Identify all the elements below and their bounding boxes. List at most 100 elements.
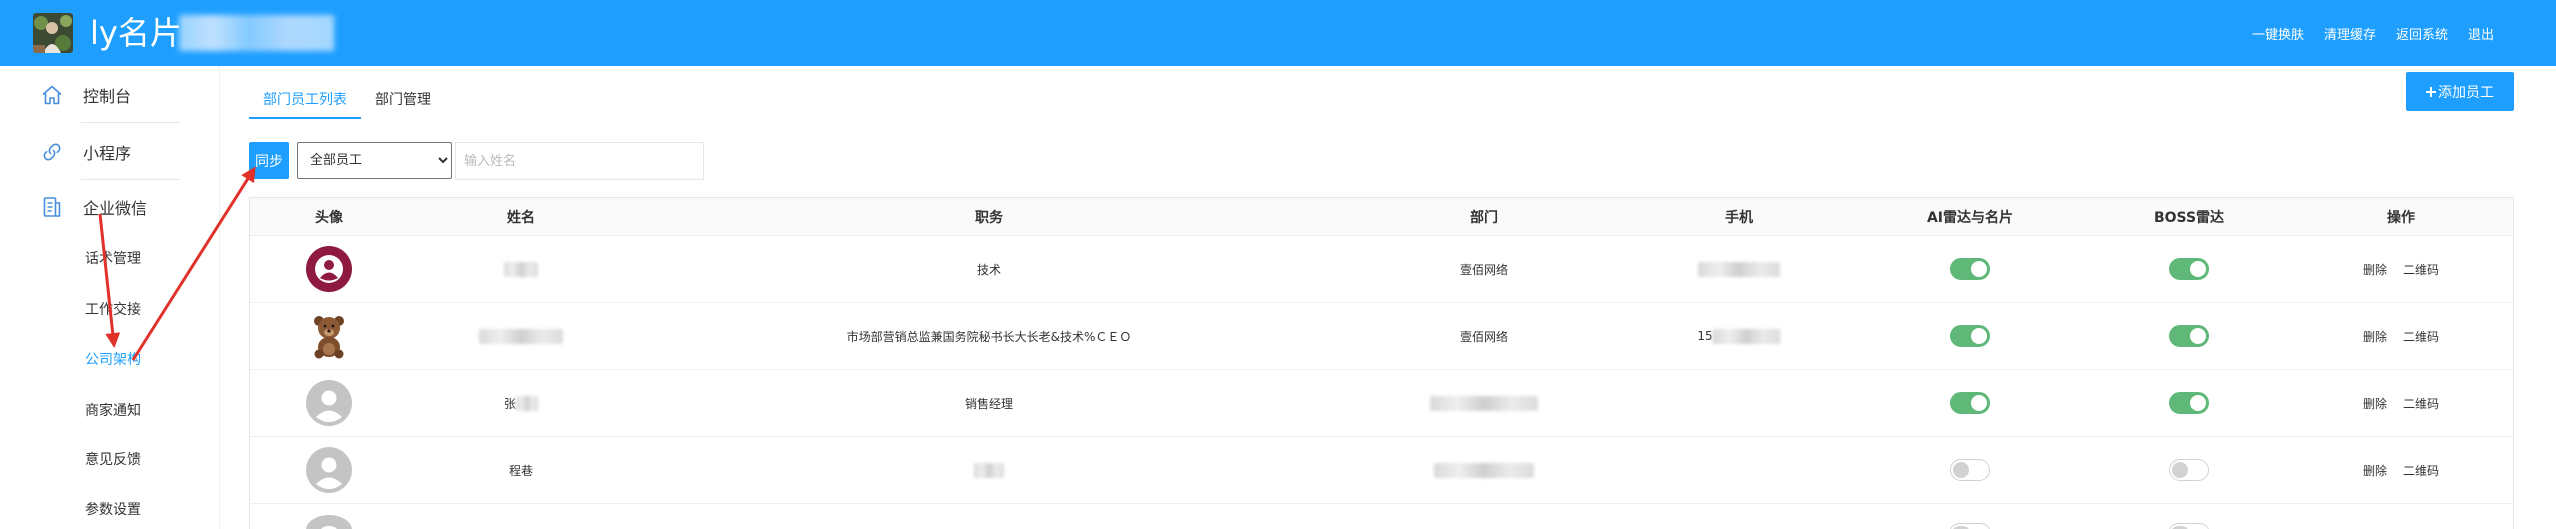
add-employee-button[interactable]: 添加员工 [2406, 72, 2514, 111]
phone-cell: 15 [1697, 303, 1781, 369]
avatar-cell [306, 370, 352, 436]
boss-radar-toggle[interactable] [2169, 325, 2209, 347]
sidebar: 控制台 小程序 企业微信 话术管理 工作交接 公司架构 商家通知 意见反馈 参数… [0, 66, 220, 529]
logout-link[interactable]: 退出 [2468, 24, 2494, 43]
logo-avatar[interactable] [33, 13, 73, 53]
qrcode-link[interactable]: 二维码 [2403, 328, 2439, 345]
column-header: 头像 [315, 209, 343, 226]
avatar-cell [306, 236, 352, 302]
sidebar-item-wecom[interactable]: 企业微信 [40, 189, 210, 225]
table-row: 程巷 删除 二维码 [250, 437, 2513, 504]
department-cell: 壹佰网络 [1460, 236, 1508, 302]
plus-icon [2426, 86, 2436, 97]
sidebar-subitem-notifications[interactable]: 商家通知 [85, 396, 141, 426]
phone-cell [1698, 236, 1780, 302]
column-header: BOSS雷达 [2153, 209, 2225, 226]
ai-radar-toggle[interactable] [1950, 523, 1990, 529]
ai-radar-toggle[interactable] [1950, 325, 1990, 347]
phone-number: 15 [1697, 329, 1713, 343]
app-title: ly名片 [90, 14, 182, 52]
qrcode-link[interactable]: 二维码 [2403, 462, 2439, 479]
tab-department-management[interactable]: 部门管理 [361, 80, 445, 119]
department-cell: 壹佰网络 [1460, 303, 1508, 369]
job-title-cell: 技术 [977, 236, 1001, 302]
sidebar-subitem-feedback[interactable]: 意见反馈 [85, 445, 141, 475]
switch-knob [1971, 261, 1987, 277]
ai-radar-cell [1950, 437, 1990, 503]
redacted-text [1430, 395, 1538, 411]
boss-radar-toggle[interactable] [2169, 258, 2209, 280]
boss-radar-toggle[interactable] [2169, 392, 2209, 414]
ai-radar-toggle[interactable] [1950, 459, 1990, 481]
return-system-link[interactable]: 返回系统 [2396, 24, 2448, 43]
sidebar-item-label: 企业微信 [83, 199, 148, 218]
name-search-input[interactable] [455, 142, 704, 180]
divider [81, 122, 180, 123]
default-person-avatar[interactable] [306, 447, 352, 493]
redacted-text [504, 261, 538, 277]
switch-knob [2190, 395, 2206, 411]
table-header: 头像 姓名 职务 部门 手机 AI雷达与名片 BOSS雷达 操作 [250, 198, 2513, 236]
change-skin-link[interactable]: 一键换肤 [2252, 24, 2304, 43]
actions-cell: 删除 二维码 [2355, 437, 2447, 503]
column-header: 操作 [2387, 209, 2415, 226]
top-header: ly名片 一键换肤 清理缓存 返回系统 退出 [0, 0, 2556, 66]
switch-knob [2190, 328, 2206, 344]
column-header: AI雷达与名片 [1926, 209, 2014, 226]
qrcode-link[interactable]: 二维码 [2403, 395, 2439, 412]
maroon-person-avatar[interactable] [306, 246, 352, 292]
department-cell [1434, 437, 1534, 503]
teddy-bear-avatar[interactable] [306, 313, 352, 359]
qrcode-link[interactable]: 二维码 [2403, 261, 2439, 278]
boss-radar-toggle[interactable] [2169, 459, 2209, 481]
clear-cache-link[interactable]: 清理缓存 [2324, 24, 2376, 43]
boss-radar-cell [2169, 504, 2209, 529]
sidebar-subitem-org-structure[interactable]: 公司架构 [85, 345, 141, 375]
default-person-avatar [306, 515, 352, 529]
name-cell [479, 303, 563, 369]
boss-radar-cell [2169, 437, 2209, 503]
redacted-text [516, 395, 539, 411]
add-employee-label: 添加员工 [2438, 84, 2494, 101]
default-person-avatar[interactable] [306, 380, 352, 426]
tab-employee-list[interactable]: 部门员工列表 [249, 80, 361, 119]
redacted-text [479, 328, 563, 344]
sidebar-subitem-scripts[interactable]: 话术管理 [85, 244, 141, 274]
ai-radar-cell [1950, 504, 1990, 529]
sidebar-item-miniprogram[interactable]: 小程序 [40, 134, 210, 170]
sidebar-item-dashboard[interactable]: 控制台 [40, 77, 210, 113]
delete-link[interactable]: 删除 [2363, 261, 2387, 278]
ai-radar-toggle[interactable] [1950, 258, 1990, 280]
redacted-text [1712, 328, 1781, 344]
sidebar-subitem-settings[interactable]: 参数设置 [85, 495, 141, 525]
header-links: 一键换肤 清理缓存 返回系统 退出 [2252, 0, 2494, 66]
switch-knob [1971, 395, 1987, 411]
switch-knob [2190, 261, 2206, 277]
boss-radar-cell [2169, 236, 2209, 302]
table-row: 市场部营销总监兼国务院秘书长大长老&技术%ＣＥＯ 壹佰网络 15 删除 二维码 [250, 303, 2513, 370]
actions-cell: 删除 二维码 [2355, 236, 2447, 302]
table-row: 技术 壹佰网络 删除 二维码 [250, 236, 2513, 303]
employee-name: 张 [503, 396, 517, 411]
sidebar-subitem-handover[interactable]: 工作交接 [85, 295, 141, 325]
avatar-cell [306, 303, 352, 369]
ai-radar-toggle[interactable] [1950, 392, 1990, 414]
delete-link[interactable]: 删除 [2363, 328, 2387, 345]
switch-knob [1971, 328, 1987, 344]
department-cell [1430, 370, 1538, 436]
boss-radar-cell [2169, 370, 2209, 436]
redacted-text [1698, 261, 1780, 277]
redacted-text [179, 15, 334, 51]
delete-link[interactable]: 删除 [2363, 395, 2387, 412]
sync-button[interactable]: 同步 [249, 142, 289, 179]
employee-filter-select[interactable]: 全部员工 [297, 142, 452, 179]
boss-radar-toggle[interactable] [2169, 523, 2209, 529]
table-row: 张 销售经理 删除 二维码 [250, 370, 2513, 437]
tab-bar: 部门员工列表 部门管理 [249, 80, 445, 119]
sidebar-item-label: 小程序 [83, 144, 132, 163]
job-title-cell [974, 437, 1004, 503]
delete-link[interactable]: 删除 [2363, 462, 2387, 479]
column-header: 姓名 [507, 209, 535, 226]
ai-radar-cell [1950, 236, 1990, 302]
redacted-text [974, 462, 1004, 478]
